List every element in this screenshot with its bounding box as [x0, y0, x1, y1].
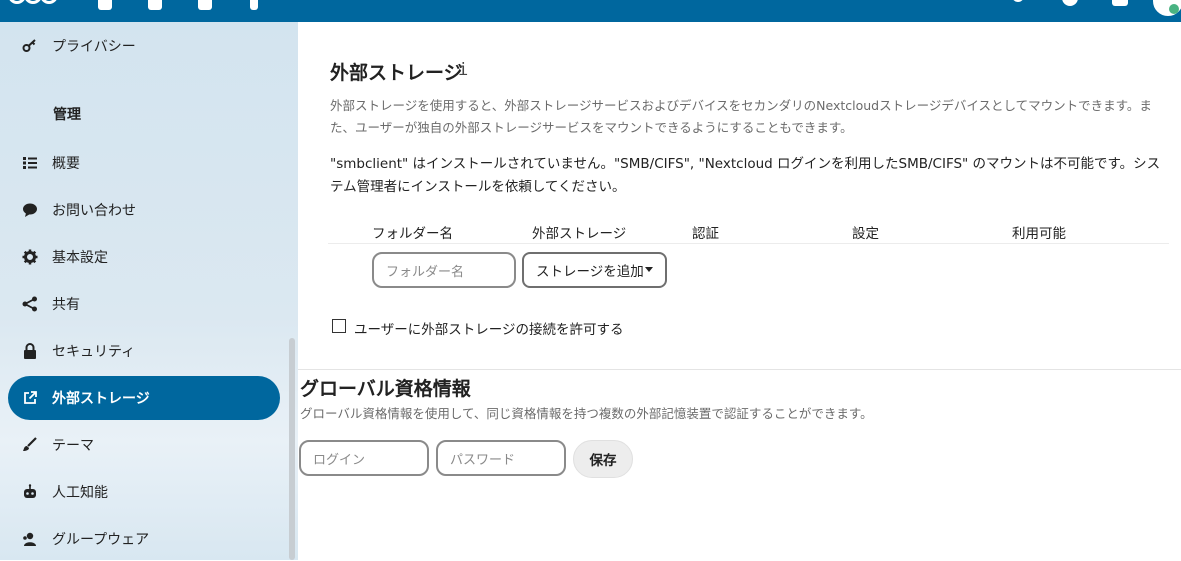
list-icon — [22, 155, 38, 171]
password-input[interactable]: パスワード — [436, 440, 566, 476]
search-icon[interactable] — [1012, 0, 1024, 2]
global-credentials-title: グローバル資格情報 — [300, 378, 471, 400]
contacts-icon[interactable] — [1112, 0, 1128, 6]
sidebar-item-label: グループウェア — [52, 532, 150, 548]
sidebar-item-ai[interactable]: 人工知能 — [8, 470, 280, 514]
section-divider — [298, 369, 1181, 370]
sidebar-item-label: プライバシー — [52, 39, 136, 55]
column-header-folder-name: フォルダー名 — [372, 226, 453, 242]
add-storage-select[interactable]: ストレージを追加 — [522, 252, 667, 288]
sidebar-item-sharing[interactable]: 共有 — [8, 282, 280, 326]
main-content: 外部ストレージ i 外部ストレージを使用すると、外部ストレージサービスおよびデバ… — [298, 22, 1181, 560]
gear-icon — [22, 249, 38, 265]
table-header-divider — [328, 243, 1169, 244]
sidebar-item-groupware[interactable]: グループウェア — [8, 517, 280, 561]
sidebar-item-label: 人工知能 — [52, 485, 108, 501]
notifications-icon[interactable] — [1062, 0, 1078, 6]
sidebar-item-overview[interactable]: 概要 — [8, 141, 280, 185]
brush-icon — [22, 437, 38, 453]
sidebar-item-security[interactable]: セキュリティ — [8, 329, 280, 373]
sidebar-item-label: テーマ — [52, 438, 94, 454]
sidebar-item-label: 概要 — [52, 156, 80, 172]
lock-icon — [22, 343, 38, 359]
sidebar-item-basic-settings[interactable]: 基本設定 — [8, 235, 280, 279]
robot-icon — [22, 484, 38, 500]
sidebar-item-contact[interactable]: お問い合わせ — [8, 188, 280, 232]
column-header-external-storage: 外部ストレージ — [532, 226, 627, 242]
sidebar-item-external-storage[interactable]: 外部ストレージ — [8, 376, 280, 420]
allow-user-mount-checkbox[interactable] — [332, 319, 346, 333]
sidebar-item-label: セキュリティ — [52, 344, 136, 360]
column-header-available-for: 利用可能 — [1012, 226, 1066, 242]
sidebar-item-label: 共有 — [52, 297, 80, 313]
user-avatar[interactable] — [1153, 0, 1181, 16]
save-button[interactable]: 保存 — [573, 440, 633, 478]
section-caption-admin: 管理 — [53, 107, 81, 123]
section-description: 外部ストレージを使用すると、外部ストレージサービスおよびデバイスをセカンダリのN… — [330, 98, 1152, 135]
folder-name-input[interactable]: フォルダー名 — [372, 252, 516, 288]
add-storage-label: ストレージを追加 — [536, 264, 644, 280]
sidebar-item-label: 基本設定 — [52, 250, 108, 266]
groupware-icon — [22, 531, 38, 547]
column-header-authentication: 認証 — [692, 226, 719, 242]
files-app-icon[interactable] — [148, 0, 162, 10]
activity-app-icon[interactable] — [250, 0, 258, 10]
info-icon[interactable]: i — [458, 60, 468, 80]
chevron-down-icon — [645, 267, 653, 272]
column-header-configuration: 設定 — [852, 226, 879, 242]
sidebar-scrollbar[interactable] — [289, 338, 295, 560]
chat-bubble-icon — [22, 202, 38, 218]
top-header — [0, 0, 1181, 22]
external-link-icon — [22, 390, 38, 406]
settings-sidebar: プライバシー 管理 概要 お問い合わせ 基本設定 共有 セキュリティ 外部ストレ… — [0, 22, 298, 560]
allow-user-mount-label[interactable]: ユーザーに外部ストレージの接続を許可する — [354, 318, 623, 338]
global-credentials-description: グローバル資格情報を使用して、同じ資格情報を持つ複数の外部記憶装置で認証すること… — [300, 406, 873, 421]
sidebar-item-label: お問い合わせ — [52, 203, 136, 219]
page-title: 外部ストレージ — [330, 62, 463, 84]
smbclient-warning: "smbclient" はインストールされていません。"SMB/CIFS", "… — [330, 156, 1161, 195]
photos-app-icon[interactable] — [198, 0, 212, 10]
share-icon — [22, 296, 38, 312]
key-icon — [22, 38, 38, 54]
sidebar-item-label: 外部ストレージ — [52, 391, 150, 407]
sidebar-item-theming[interactable]: テーマ — [8, 423, 280, 467]
dashboard-app-icon[interactable] — [98, 0, 112, 10]
sidebar-item-privacy[interactable]: プライバシー — [8, 24, 280, 68]
nextcloud-logo[interactable] — [8, 0, 68, 8]
login-input[interactable]: ログイン — [299, 440, 429, 476]
